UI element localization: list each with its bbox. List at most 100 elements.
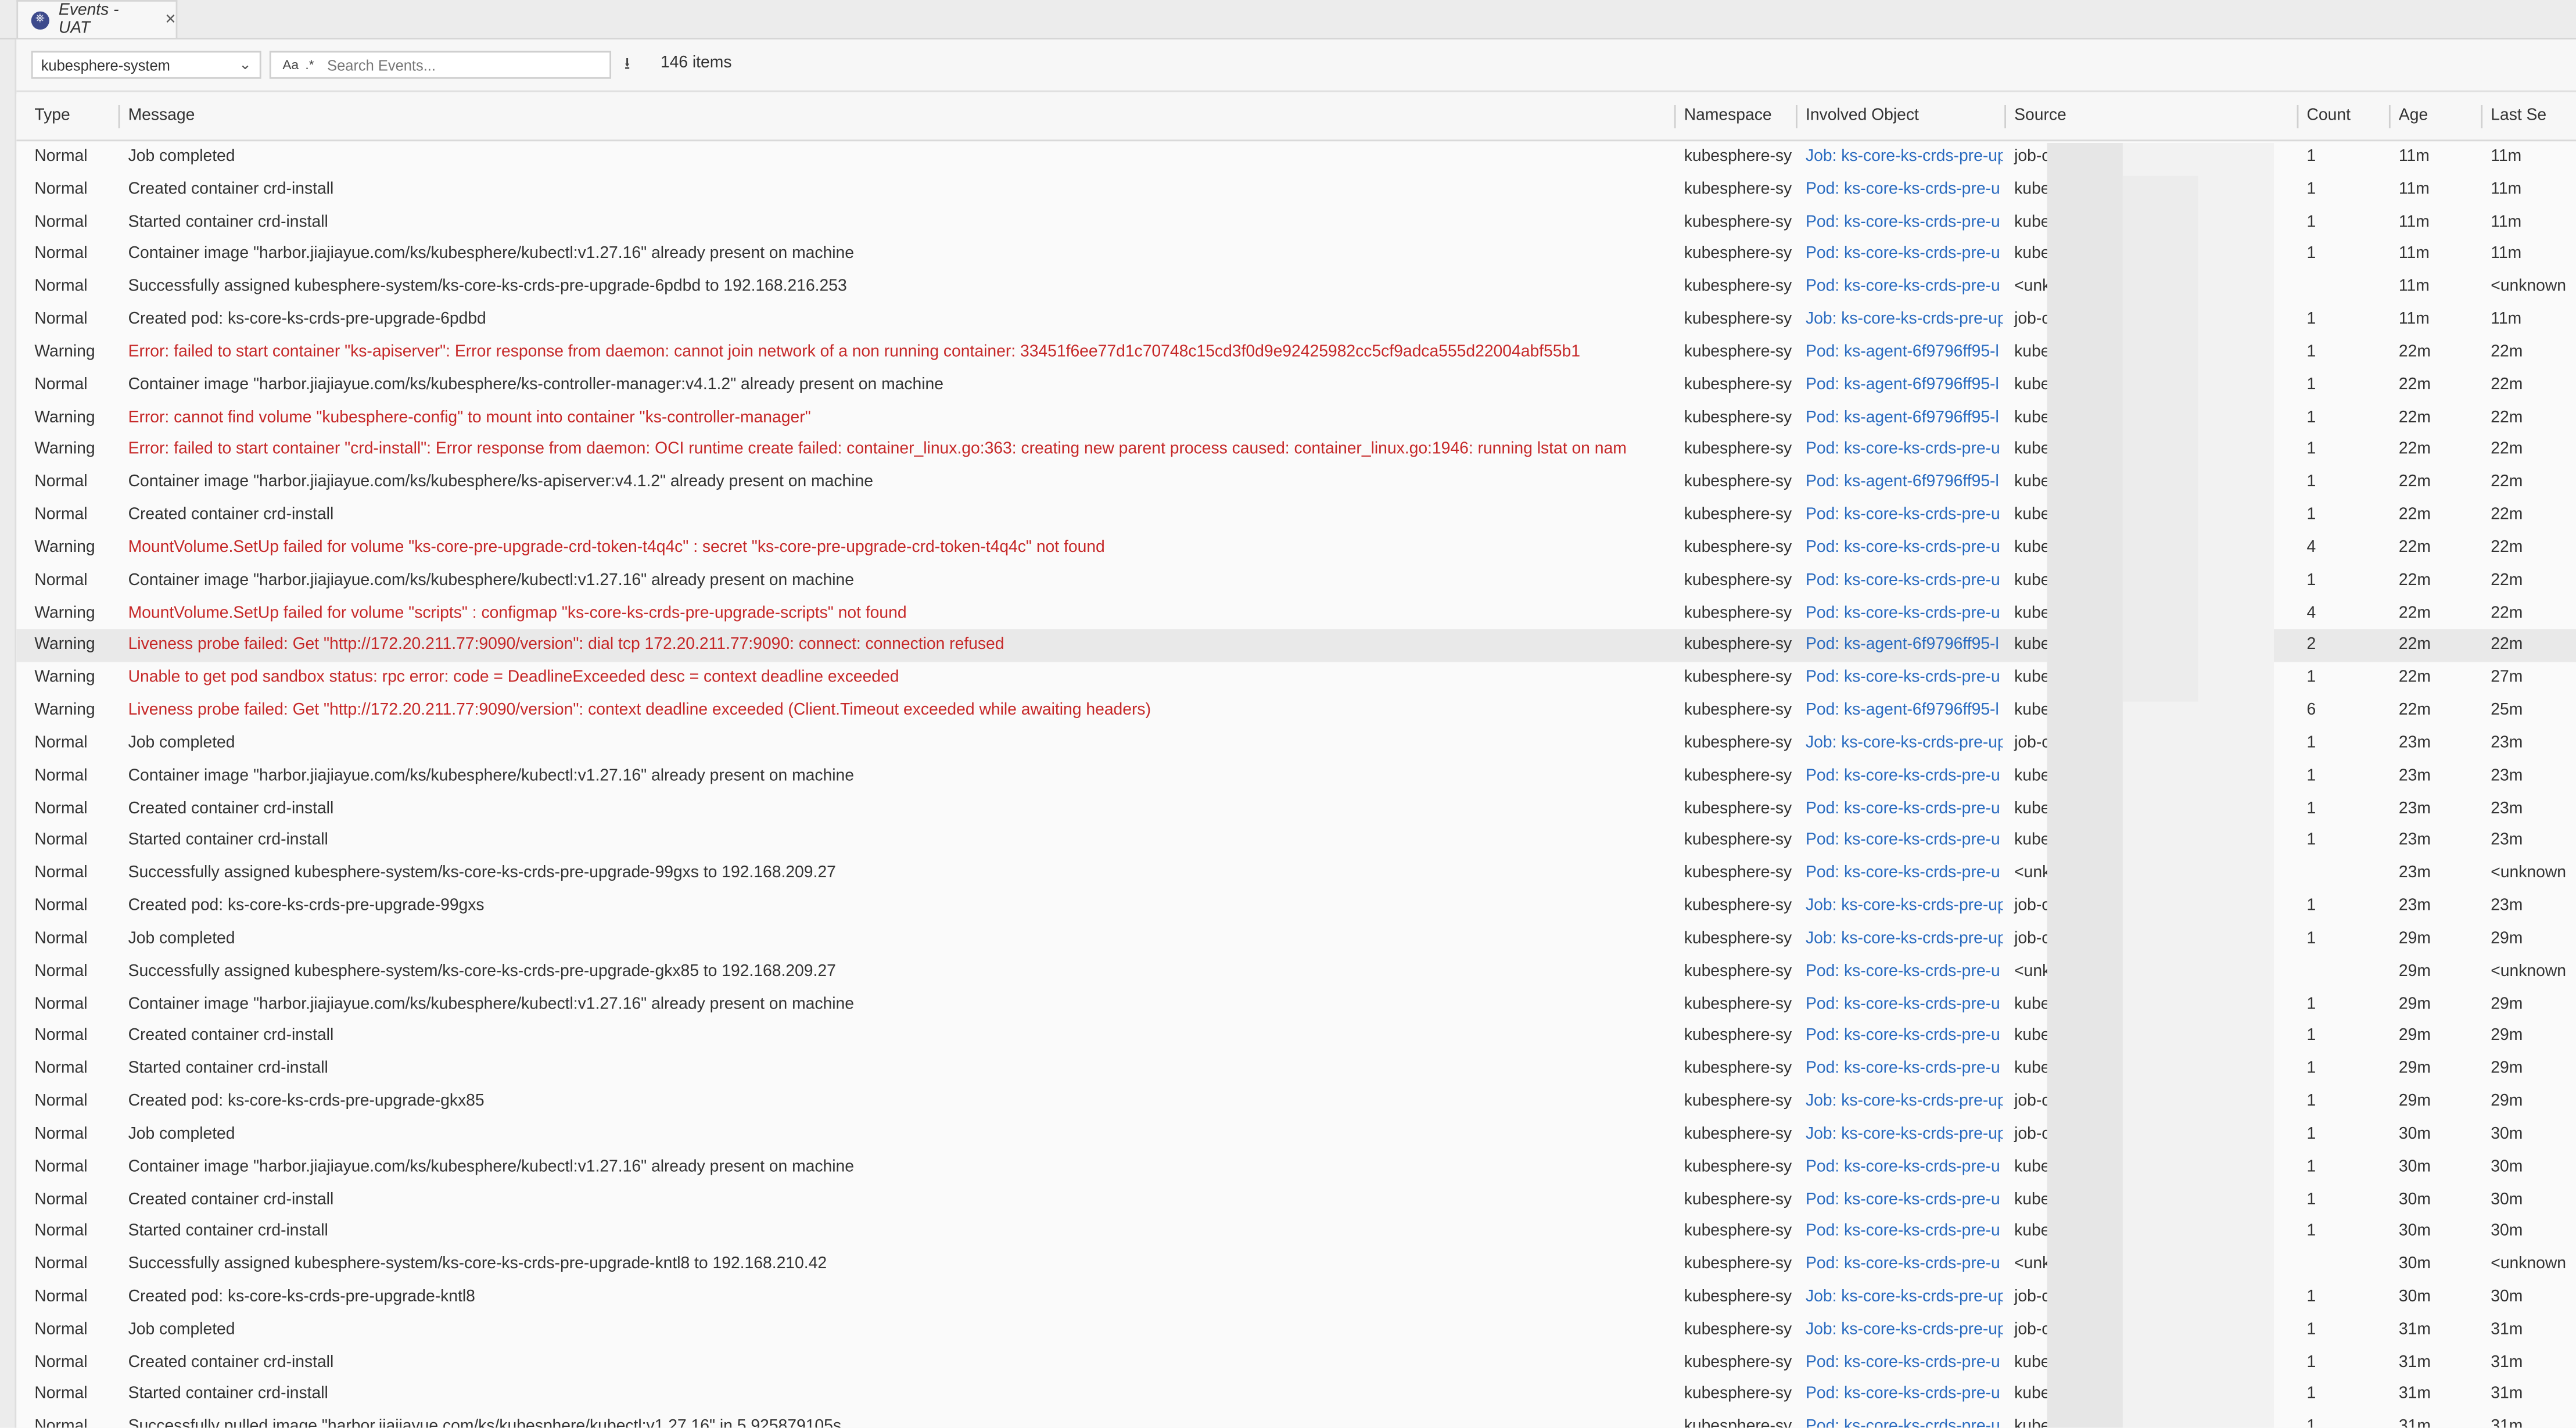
event-involved-object[interactable]: Pod: ks-core-ks-crds-pre-u xyxy=(1796,1151,2003,1184)
search-input[interactable] xyxy=(327,56,574,73)
event-last-seen: 11m xyxy=(2491,213,2522,231)
download-icon[interactable]: ⭳ xyxy=(625,52,630,80)
tab-title: Events - UAT xyxy=(58,1,119,38)
event-age: 29m xyxy=(2398,1027,2431,1046)
close-icon[interactable]: × xyxy=(165,10,175,30)
event-involved-object[interactable]: Pod: ks-core-ks-crds-pre-u xyxy=(1796,1021,2003,1053)
event-namespace: kubesphere-sy xyxy=(1684,1027,1792,1046)
column-source[interactable]: Source xyxy=(2004,94,2297,139)
event-message: Successfully assigned kubesphere-system/… xyxy=(128,1255,827,1274)
event-last-seen: 22m xyxy=(2491,473,2523,492)
column-involved-object[interactable]: Involved Object xyxy=(1796,94,2004,139)
event-message: Created pod: ks-core-ks-crds-pre-upgrade… xyxy=(128,310,486,329)
event-involved-object[interactable]: Pod: ks-core-ks-crds-pre-u xyxy=(1796,662,2003,695)
event-involved-object[interactable]: Pod: ks-agent-6f9796ff95-l xyxy=(1796,630,2003,662)
event-count: 4 xyxy=(2306,604,2316,622)
match-case-icon[interactable]: Aa xyxy=(282,58,299,72)
event-involved-object[interactable]: Pod: ks-core-ks-crds-pre-u xyxy=(1796,239,2003,271)
event-involved-object[interactable]: Pod: ks-core-ks-crds-pre-u xyxy=(1796,597,2003,630)
namespace-value: kubesphere-system xyxy=(41,56,170,73)
event-age: 31m xyxy=(2398,1418,2431,1428)
event-type: Normal xyxy=(34,213,88,231)
column-message[interactable]: Message xyxy=(118,94,1674,139)
event-count: 1 xyxy=(2306,1321,2316,1339)
event-involved-object[interactable]: Job: ks-core-ks-crds-pre-up xyxy=(1796,728,2003,760)
event-count: 1 xyxy=(2306,310,2316,329)
event-message: Liveness probe failed: Get "http://172.2… xyxy=(128,701,1151,720)
column-namespace[interactable]: Namespace xyxy=(1674,94,1796,139)
event-involved-object[interactable]: Pod: ks-core-ks-crds-pre-u xyxy=(1796,793,2003,826)
event-message: Started container crd-install xyxy=(128,213,328,231)
event-age: 22m xyxy=(2398,506,2431,525)
event-involved-object[interactable]: Job: ks-core-ks-crds-pre-up xyxy=(1796,1086,2003,1118)
event-count: 1 xyxy=(2306,1418,2316,1428)
event-namespace: kubesphere-sy xyxy=(1684,245,1792,264)
event-involved-object[interactable]: Job: ks-core-ks-crds-pre-up xyxy=(1796,141,2003,174)
event-age: 22m xyxy=(2398,604,2431,622)
item-count: 146 items xyxy=(660,54,732,73)
event-message: Liveness probe failed: Get "http://172.2… xyxy=(128,636,1004,655)
event-involved-object[interactable]: Pod: ks-agent-6f9796ff95-l xyxy=(1796,695,2003,727)
event-involved-object[interactable]: Pod: ks-core-ks-crds-pre-u xyxy=(1796,956,2003,988)
event-involved-object[interactable]: Pod: ks-core-ks-crds-pre-u xyxy=(1796,988,2003,1021)
event-last-seen: 22m xyxy=(2491,408,2523,427)
event-involved-object[interactable]: Pod: ks-core-ks-crds-pre-u xyxy=(1796,858,2003,891)
search-box: Aa .* xyxy=(269,51,612,79)
event-involved-object[interactable]: Pod: ks-core-ks-crds-pre-u xyxy=(1796,1347,2003,1379)
event-age: 30m xyxy=(2398,1222,2431,1242)
column-count[interactable]: Count xyxy=(2297,94,2389,139)
event-involved-object[interactable]: Pod: ks-core-ks-crds-pre-u xyxy=(1796,826,2003,858)
event-type: Normal xyxy=(34,930,88,948)
event-involved-object[interactable]: Job: ks-core-ks-crds-pre-up xyxy=(1796,923,2003,956)
event-involved-object[interactable]: Pod: ks-core-ks-crds-pre-u xyxy=(1796,565,2003,597)
event-type: Normal xyxy=(34,245,88,264)
event-involved-object[interactable]: Job: ks-core-ks-crds-pre-up xyxy=(1796,1282,2003,1314)
regex-icon[interactable]: .* xyxy=(305,58,314,72)
event-involved-object[interactable]: Job: ks-core-ks-crds-pre-up xyxy=(1796,1118,2003,1151)
event-last-seen: 29m xyxy=(2491,1092,2523,1111)
column-age[interactable]: Age xyxy=(2388,94,2481,139)
event-message: Created container crd-install xyxy=(128,1353,334,1372)
event-involved-object[interactable]: Pod: ks-agent-6f9796ff95-l xyxy=(1796,402,2003,435)
event-type: Normal xyxy=(34,148,88,166)
column-last-seen[interactable]: Last Se xyxy=(2481,94,2576,139)
column-type[interactable]: Type xyxy=(24,94,118,139)
event-involved-object[interactable]: Job: ks-core-ks-crds-pre-up xyxy=(1796,891,2003,923)
event-age: 30m xyxy=(2398,1157,2431,1176)
event-involved-object[interactable]: Pod: ks-core-ks-crds-pre-u xyxy=(1796,500,2003,532)
event-involved-object[interactable]: Pod: ks-agent-6f9796ff95-l xyxy=(1796,369,2003,402)
event-count: 1 xyxy=(2306,1386,2316,1404)
event-count: 1 xyxy=(2306,1190,2316,1208)
event-involved-object[interactable]: Pod: ks-core-ks-crds-pre-u xyxy=(1796,174,2003,206)
event-involved-object[interactable]: Pod: ks-core-ks-crds-pre-u xyxy=(1796,532,2003,565)
event-involved-object[interactable]: Pod: ks-core-ks-crds-pre-u xyxy=(1796,272,2003,304)
event-last-seen: 23m xyxy=(2491,766,2523,785)
event-age: 11m xyxy=(2398,310,2430,329)
event-involved-object[interactable]: Pod: ks-agent-6f9796ff95-l xyxy=(1796,337,2003,369)
event-count: 1 xyxy=(2306,734,2316,752)
event-message: Started container crd-install xyxy=(128,1222,328,1242)
namespace-select[interactable]: kubesphere-system ⌄ xyxy=(31,51,261,79)
event-involved-object[interactable]: Pod: ks-core-ks-crds-pre-u xyxy=(1796,1053,2003,1086)
event-involved-object[interactable]: Pod: ks-core-ks-crds-pre-u xyxy=(1796,1379,2003,1412)
event-involved-object[interactable]: Pod: ks-agent-6f9796ff95-l xyxy=(1796,467,2003,500)
event-type: Normal xyxy=(34,473,88,492)
event-message: Job completed xyxy=(128,1321,235,1339)
event-involved-object[interactable]: Pod: ks-core-ks-crds-pre-u xyxy=(1796,1412,2003,1427)
event-involved-object[interactable]: Job: ks-core-ks-crds-pre-up xyxy=(1796,1314,2003,1347)
event-last-seen: 22m xyxy=(2491,571,2523,590)
event-namespace: kubesphere-sy xyxy=(1684,539,1792,557)
event-involved-object[interactable]: Job: ks-core-ks-crds-pre-up xyxy=(1796,304,2003,337)
event-message: Error: failed to start container "crd-in… xyxy=(128,441,1627,460)
event-age: 11m xyxy=(2398,213,2430,231)
event-involved-object[interactable]: Pod: ks-core-ks-crds-pre-u xyxy=(1796,435,2003,467)
event-involved-object[interactable]: Pod: ks-core-ks-crds-pre-u xyxy=(1796,1217,2003,1249)
tab-events-uat[interactable]: ⎈ Events - UAT × xyxy=(16,0,178,38)
event-involved-object[interactable]: Pod: ks-core-ks-crds-pre-u xyxy=(1796,206,2003,239)
event-involved-object[interactable]: Pod: ks-core-ks-crds-pre-u xyxy=(1796,760,2003,793)
event-involved-object[interactable]: Pod: ks-core-ks-crds-pre-u xyxy=(1796,1184,2003,1217)
event-type: Normal xyxy=(34,1027,88,1046)
event-last-seen: 30m xyxy=(2491,1288,2523,1307)
event-involved-object[interactable]: Pod: ks-core-ks-crds-pre-u xyxy=(1796,1249,2003,1282)
event-type: Normal xyxy=(34,1222,88,1242)
